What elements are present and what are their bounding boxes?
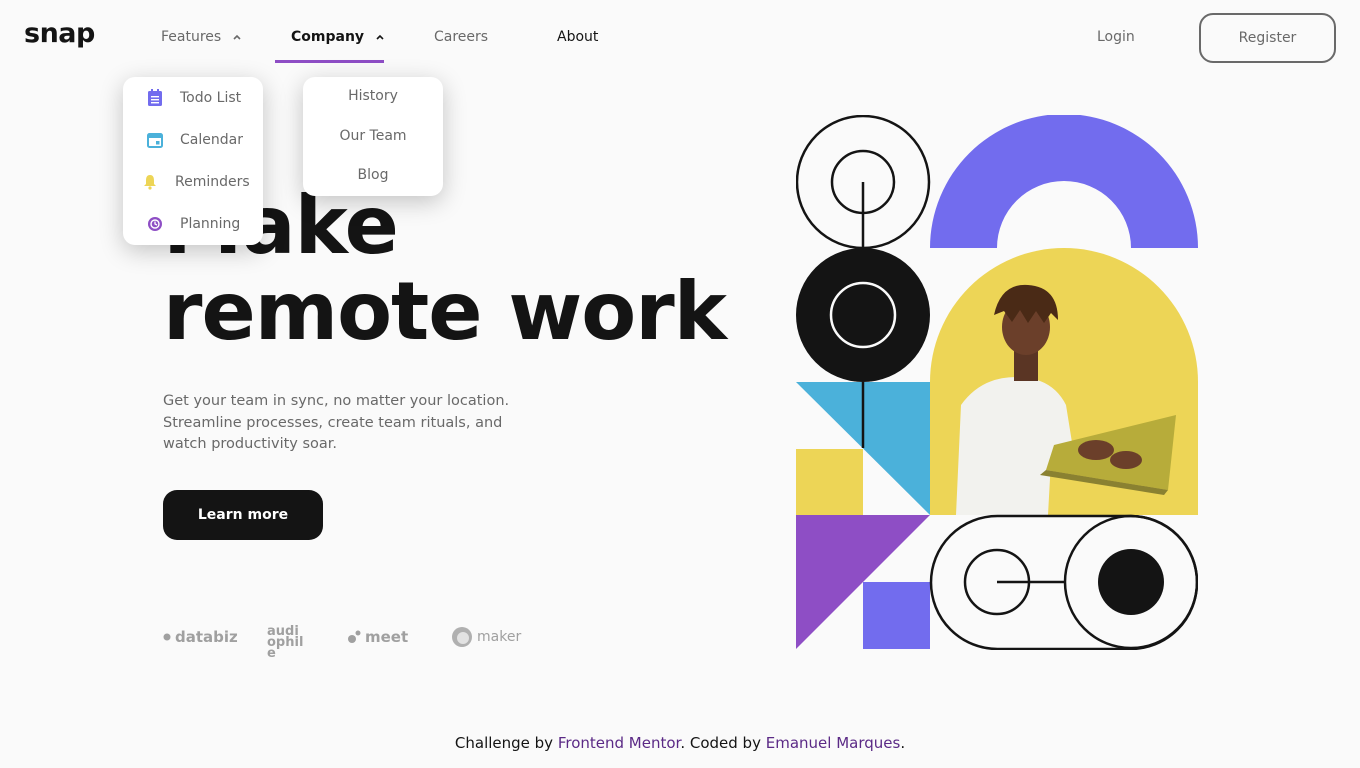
- calendar-icon: [146, 131, 164, 149]
- footer-suffix: .: [900, 734, 906, 752]
- nav-company[interactable]: Company: [291, 27, 386, 47]
- menu-item-label: Calendar: [180, 132, 243, 148]
- meet-logo: meet: [347, 624, 408, 650]
- hero-description: Get your team in sync, no matter your lo…: [163, 393, 510, 452]
- databiz-logo: databiz: [163, 624, 238, 650]
- dot-icon: [163, 633, 171, 641]
- maker-circle-icon: [452, 627, 472, 647]
- menu-item-planning[interactable]: Planning: [146, 215, 240, 233]
- features-dropdown: Todo List Calendar Reminders Planning: [123, 77, 263, 245]
- footer-attribution: Challenge by Frontend Mentor. Coded by E…: [0, 734, 1360, 752]
- nav-about-label: About: [557, 29, 599, 45]
- audiophile-logo: audiophile: [267, 625, 315, 660]
- menu-item-reminders[interactable]: Reminders: [141, 173, 250, 191]
- learn-more-button[interactable]: Learn more: [163, 490, 323, 540]
- register-button[interactable]: Register: [1199, 13, 1336, 63]
- nav-careers-label: Careers: [434, 29, 489, 45]
- nav-features[interactable]: Features: [161, 27, 243, 47]
- active-nav-underline: [275, 60, 384, 63]
- footer-middle: . Coded by: [680, 734, 766, 752]
- maker-logo: maker: [451, 624, 521, 650]
- meet-dots-icon: [348, 630, 361, 643]
- menu-item-label: Reminders: [175, 174, 250, 190]
- bell-icon: [141, 173, 159, 191]
- chevron-up-icon: [233, 34, 241, 40]
- hero-title-line2: remote work: [163, 265, 727, 358]
- nav-company-label: Company: [291, 29, 365, 45]
- menu-item-history[interactable]: History: [303, 88, 443, 104]
- menu-item-blog[interactable]: Blog: [303, 167, 443, 183]
- company-dropdown: History Our Team Blog: [303, 77, 443, 196]
- menu-item-label: Todo List: [180, 90, 242, 106]
- hero-illustration: [796, 115, 1198, 650]
- footer-prefix: Challenge by: [454, 734, 558, 752]
- databiz-logo-text: databiz: [175, 628, 238, 646]
- author-link[interactable]: Emanuel Marques: [766, 734, 901, 752]
- chevron-up-icon: [376, 34, 384, 40]
- menu-item-todo-list[interactable]: Todo List: [146, 89, 241, 107]
- todo-list-icon: [146, 89, 164, 107]
- menu-item-our-team[interactable]: Our Team: [303, 128, 443, 144]
- menu-item-calendar[interactable]: Calendar: [146, 131, 243, 149]
- planning-icon: [146, 215, 164, 233]
- nav-about[interactable]: About: [557, 27, 598, 47]
- login-link[interactable]: Login: [1097, 29, 1135, 45]
- audiophile-logo-text: audiophile: [267, 624, 304, 661]
- menu-item-label: Planning: [180, 216, 241, 232]
- nav-careers[interactable]: Careers: [434, 27, 488, 47]
- logo[interactable]: snap: [24, 18, 95, 49]
- nav-features-label: Features: [161, 29, 222, 45]
- maker-logo-text: maker: [477, 629, 522, 645]
- meet-logo-text: meet: [365, 628, 409, 646]
- frontend-mentor-link[interactable]: Frontend Mentor: [558, 734, 681, 752]
